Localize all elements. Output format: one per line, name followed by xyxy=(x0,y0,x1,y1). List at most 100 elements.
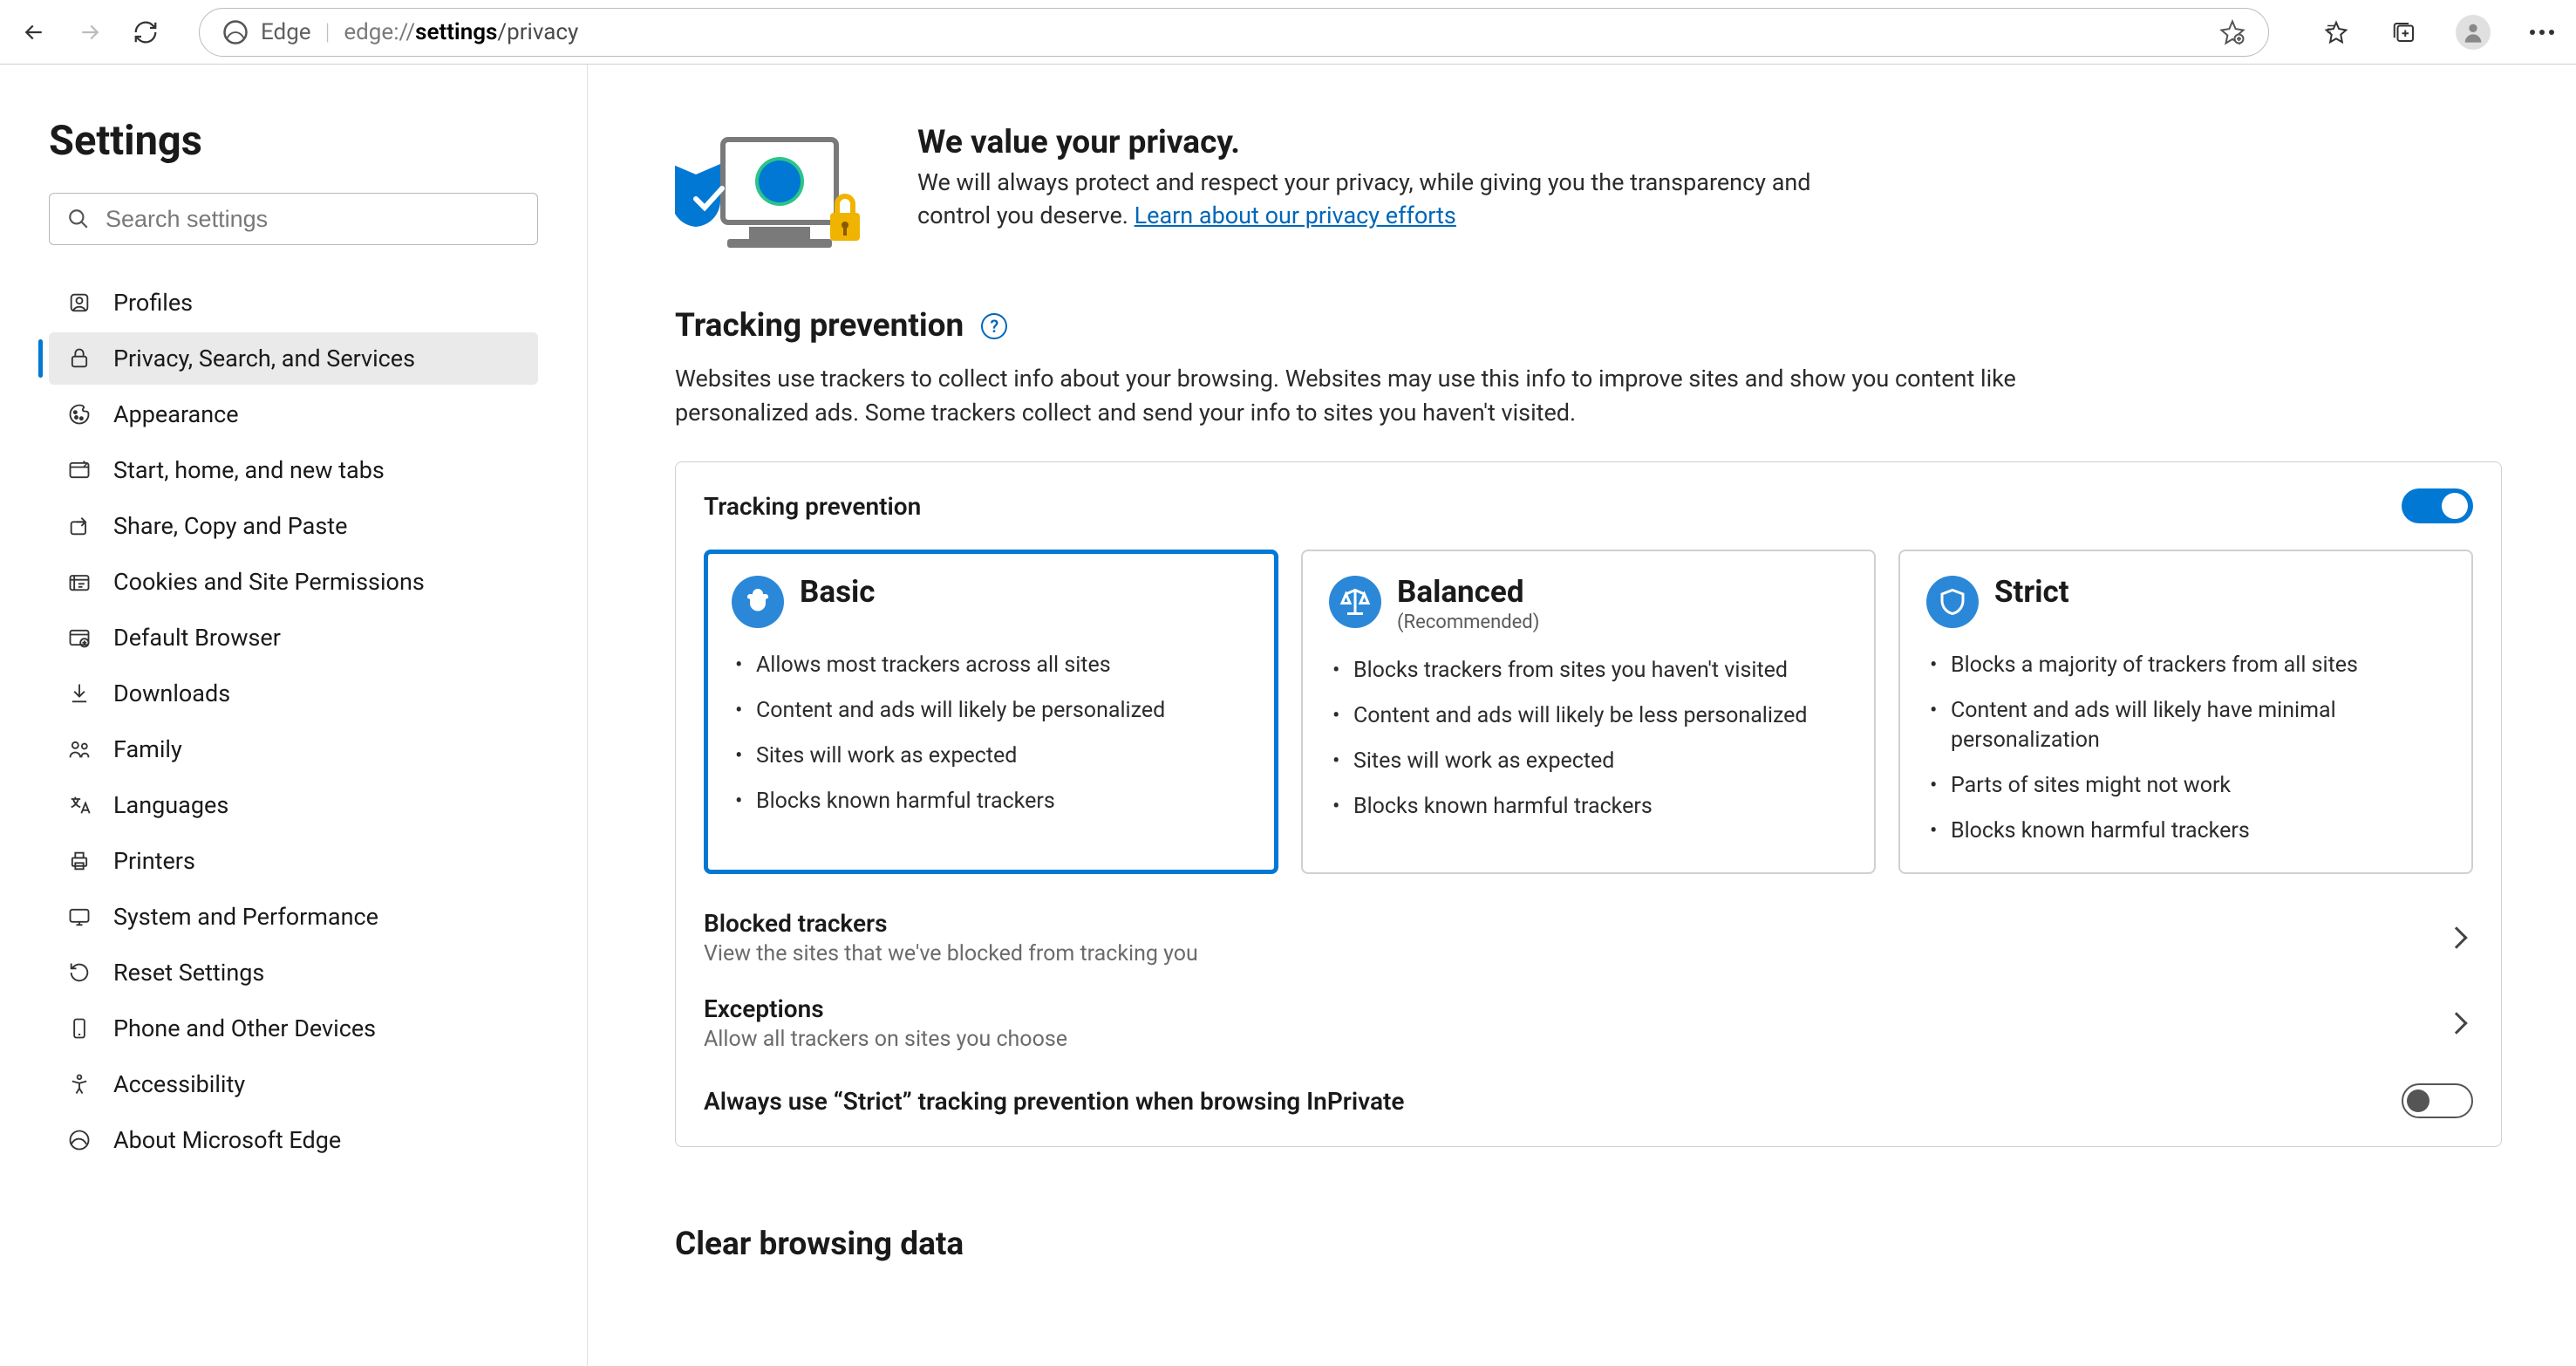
sidebar-item-cookies-and-site-permissions[interactable]: Cookies and Site Permissions xyxy=(49,556,538,608)
settings-sidebar: Settings Profiles Privacy, Search, and Se… xyxy=(0,65,588,1366)
sidebar-item-default-browser[interactable]: Default Browser xyxy=(49,611,538,664)
download-icon xyxy=(66,680,92,707)
sidebar-item-label: Start, home, and new tabs xyxy=(113,456,385,484)
collections-button[interactable] xyxy=(2388,16,2421,49)
address-url-host: settings xyxy=(415,19,497,45)
tracking-heading: Tracking prevention ? xyxy=(675,307,2502,345)
privacy-subtitle: We will always protect and respect your … xyxy=(917,167,1842,233)
edge-logo-icon xyxy=(222,19,249,45)
option-bullet: Sites will work as expected xyxy=(732,741,1251,771)
more-button[interactable] xyxy=(2525,16,2559,49)
option-title: Strict xyxy=(1994,576,2069,610)
sidebar-item-label: Default Browser xyxy=(113,624,281,652)
option-bullet: Content and ads will likely have minimal… xyxy=(1926,696,2445,755)
sidebar-item-label: Share, Copy and Paste xyxy=(113,512,347,540)
address-app-name: Edge xyxy=(261,19,311,45)
accessibility-icon xyxy=(66,1071,92,1097)
option-bullet: Sites will work as expected xyxy=(1329,747,1848,776)
sidebar-item-about-microsoft-edge[interactable]: About Microsoft Edge xyxy=(49,1114,538,1166)
sidebar-item-accessibility[interactable]: Accessibility xyxy=(49,1058,538,1110)
settings-nav-list: Profiles Privacy, Search, and Services App… xyxy=(49,277,538,1166)
option-bullets: Blocks a majority of trackers from all s… xyxy=(1926,651,2445,846)
edge-icon xyxy=(66,1127,92,1153)
back-button[interactable] xyxy=(17,16,51,49)
sidebar-item-privacy-search-and-services[interactable]: Privacy, Search, and Services xyxy=(49,332,538,385)
sidebar-item-label: Accessibility xyxy=(113,1070,245,1098)
sidebar-item-profiles[interactable]: Profiles xyxy=(49,277,538,329)
ellipsis-icon xyxy=(2529,29,2555,36)
sidebar-item-label: Appearance xyxy=(113,400,239,428)
exceptions-title: Exceptions xyxy=(704,994,1067,1023)
collections-icon xyxy=(2391,19,2417,45)
sidebar-item-start-home-and-new-tabs[interactable]: Start, home, and new tabs xyxy=(49,444,538,496)
tracking-option-basic[interactable]: Basic Allows most trackers across all sit… xyxy=(704,550,1278,874)
toggle-knob xyxy=(2407,1089,2429,1112)
blocked-trackers-title: Blocked trackers xyxy=(704,909,1198,938)
printer-icon xyxy=(66,848,92,874)
sidebar-item-system-and-performance[interactable]: System and Performance xyxy=(49,891,538,943)
blocked-trackers-row[interactable]: Blocked trackers View the sites that we'… xyxy=(704,886,2473,989)
sidebar-item-label: Family xyxy=(113,735,182,763)
strict-inprivate-row: Always use “Strict” tracking prevention … xyxy=(704,1075,2473,1118)
option-bullet: Content and ads will likely be personali… xyxy=(732,696,1251,726)
option-bullet: Allows most trackers across all sites xyxy=(732,651,1251,680)
option-bullet: Content and ads will likely be less pers… xyxy=(1329,701,1848,731)
option-subtitle: (Recommended) xyxy=(1397,611,1539,633)
sidebar-item-reset-settings[interactable]: Reset Settings xyxy=(49,946,538,999)
favorite-star-button[interactable] xyxy=(2219,19,2245,45)
tracking-heading-text: Tracking prevention xyxy=(675,307,964,345)
sidebar-item-label: Profiles xyxy=(113,289,193,317)
share-icon xyxy=(66,513,92,539)
settings-search[interactable] xyxy=(49,193,538,245)
settings-content: We value your privacy. We will always pr… xyxy=(588,65,2576,1366)
option-icon xyxy=(732,576,784,628)
option-title: Basic xyxy=(800,576,876,610)
favorites-button[interactable] xyxy=(2320,16,2353,49)
privacy-header: We value your privacy. We will always pr… xyxy=(675,124,2502,255)
option-bullets: Blocks trackers from sites you haven't v… xyxy=(1329,656,1848,822)
exceptions-row[interactable]: Exceptions Allow all trackers on sites y… xyxy=(704,989,2473,1075)
chevron-right-icon xyxy=(2445,1013,2467,1035)
tracking-master-toggle[interactable] xyxy=(2402,488,2473,523)
sidebar-item-share-copy-and-paste[interactable]: Share, Copy and Paste xyxy=(49,500,538,552)
settings-search-input[interactable] xyxy=(106,206,520,233)
tracking-card: Tracking prevention Basic Allows most tra… xyxy=(675,461,2502,1147)
sidebar-item-downloads[interactable]: Downloads xyxy=(49,667,538,720)
sidebar-item-printers[interactable]: Printers xyxy=(49,835,538,887)
address-divider: | xyxy=(325,19,331,45)
sidebar-item-label: Printers xyxy=(113,847,195,875)
tracking-card-title: Tracking prevention xyxy=(704,492,921,521)
cookies-icon xyxy=(66,569,92,595)
system-icon xyxy=(66,904,92,930)
sidebar-item-label: Cookies and Site Permissions xyxy=(113,568,425,596)
strict-inprivate-toggle[interactable] xyxy=(2402,1083,2473,1118)
star-icon xyxy=(2219,19,2245,45)
sidebar-item-label: Phone and Other Devices xyxy=(113,1014,376,1042)
appearance-icon xyxy=(66,401,92,427)
refresh-button[interactable] xyxy=(129,16,162,49)
option-bullet: Blocks known harmful trackers xyxy=(732,787,1251,816)
option-bullet: Blocks trackers from sites you haven't v… xyxy=(1329,656,1848,686)
sidebar-item-appearance[interactable]: Appearance xyxy=(49,388,538,441)
clear-browsing-data-heading: Clear browsing data xyxy=(675,1226,2502,1263)
tracking-option-strict[interactable]: Strict Blocks a majority of trackers from… xyxy=(1898,550,2473,874)
address-bar[interactable]: Edge | edge://settings/privacy xyxy=(199,8,2269,57)
address-url-path: /privacy xyxy=(497,19,578,45)
forward-button[interactable] xyxy=(73,16,106,49)
arrow-left-icon xyxy=(21,19,47,45)
refresh-icon xyxy=(133,19,159,45)
profile-avatar[interactable] xyxy=(2456,15,2491,50)
sidebar-item-phone-and-other-devices[interactable]: Phone and Other Devices xyxy=(49,1002,538,1055)
sidebar-item-languages[interactable]: Languages xyxy=(49,779,538,831)
settings-title: Settings xyxy=(49,117,538,165)
option-bullet: Parts of sites might not work xyxy=(1926,771,2445,801)
profiles-icon xyxy=(66,290,92,316)
phone-icon xyxy=(66,1015,92,1042)
sidebar-item-label: System and Performance xyxy=(113,903,378,931)
chevron-right-icon xyxy=(2445,927,2467,949)
info-icon[interactable]: ? xyxy=(981,313,1007,339)
tracking-option-balanced[interactable]: Balanced(Recommended)Blocks trackers fro… xyxy=(1301,550,1876,874)
new-tab-icon xyxy=(66,457,92,483)
sidebar-item-family[interactable]: Family xyxy=(49,723,538,775)
privacy-learn-link[interactable]: Learn about our privacy efforts xyxy=(1135,201,1456,229)
